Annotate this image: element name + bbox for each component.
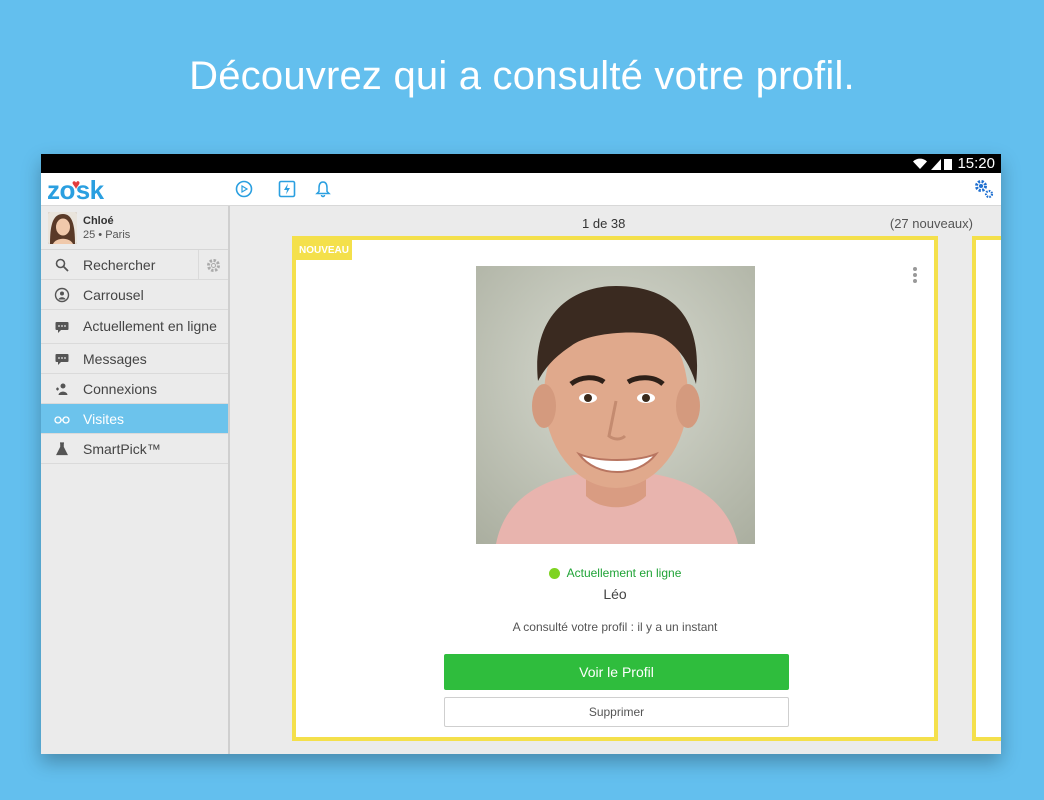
- flash-icon[interactable]: [277, 179, 297, 199]
- next-visitor-card[interactable]: [972, 236, 1001, 741]
- app-toolbar: zo♥sk: [41, 173, 1001, 206]
- sidebar-item-connexions[interactable]: Connexions: [41, 374, 228, 404]
- online-dot-icon: [548, 567, 560, 579]
- chat-online-icon: [54, 319, 70, 335]
- sidebar-item-smartpick[interactable]: SmartPick™: [41, 434, 228, 464]
- visitor-name: Léo: [603, 586, 627, 602]
- user-meta: 25 • Paris: [83, 228, 131, 241]
- sidebar-item-messages[interactable]: Messages: [41, 344, 228, 374]
- glasses-icon: [54, 411, 70, 427]
- zoosk-logo[interactable]: zo♥sk: [47, 175, 104, 206]
- sidebar-item-label: Carrousel: [83, 286, 144, 303]
- sidebar-item-label: Visites: [83, 410, 124, 427]
- online-status: Actuellement en ligne: [296, 566, 934, 580]
- sidebar-item-visites[interactable]: Visites: [41, 404, 228, 434]
- sidebar-item-label: SmartPick™: [83, 440, 161, 457]
- heart-icon: ♥: [71, 176, 80, 192]
- connections-icon: [54, 381, 70, 397]
- sidebar-item-rechercher[interactable]: Rechercher: [41, 250, 228, 280]
- device-screen: 15:20 zo♥sk Chloé 25 • Paris Rechercher …: [41, 154, 1001, 754]
- status-bar: 15:20: [41, 154, 1001, 173]
- message-icon: [54, 351, 70, 367]
- view-profile-button[interactable]: Voir le Profil: [444, 654, 789, 690]
- more-options-icon[interactable]: [912, 266, 918, 284]
- wifi-icon: [913, 158, 928, 169]
- settings-gear-icon[interactable]: [973, 178, 995, 200]
- sidebar-item-label: Connexions: [83, 380, 157, 397]
- visit-time-text: A consulté votre profil : il y a un inst…: [512, 620, 718, 634]
- battery-icon: [944, 158, 953, 170]
- new-badge: NOUVEAU: [296, 240, 353, 260]
- carousel-toolbar-icon[interactable]: [234, 179, 254, 199]
- sidebar-nav: Chloé 25 • Paris Rechercher Carrousel Ac…: [41, 206, 230, 754]
- user-profile[interactable]: Chloé 25 • Paris: [41, 206, 228, 250]
- promo-headline: Découvrez qui a consulté votre profil.: [189, 54, 855, 98]
- sidebar-item-label: Messages: [83, 350, 147, 367]
- search-settings-gear-icon[interactable]: [198, 250, 228, 280]
- carousel-icon: [54, 287, 70, 303]
- status-icons: [912, 158, 953, 170]
- avatar: [48, 211, 77, 244]
- sidebar-item-label: Rechercher: [83, 256, 156, 273]
- sidebar-item-label: Actuellement en ligne: [83, 318, 217, 334]
- delete-button[interactable]: Supprimer: [444, 697, 789, 727]
- visitor-card: NOUVEAU Actuellement en ligne Léo A cons…: [292, 236, 938, 741]
- signal-icon: [931, 158, 942, 170]
- bell-icon[interactable]: [313, 179, 333, 199]
- visitor-photo[interactable]: [476, 266, 755, 544]
- sidebar-item-online[interactable]: Actuellement en ligne: [41, 310, 228, 344]
- new-visits-count: (27 nouveaux): [889, 216, 973, 231]
- visits-panel: 1 de 38 (27 nouveaux) NOUVEAU Actuelleme…: [232, 206, 1001, 754]
- flask-icon: [54, 441, 70, 457]
- user-name: Chloé: [83, 214, 114, 227]
- status-time: 15:20: [957, 155, 995, 172]
- card-counter: 1 de 38: [582, 216, 626, 231]
- search-icon: [54, 257, 70, 273]
- sidebar-item-carrousel[interactable]: Carrousel: [41, 280, 228, 310]
